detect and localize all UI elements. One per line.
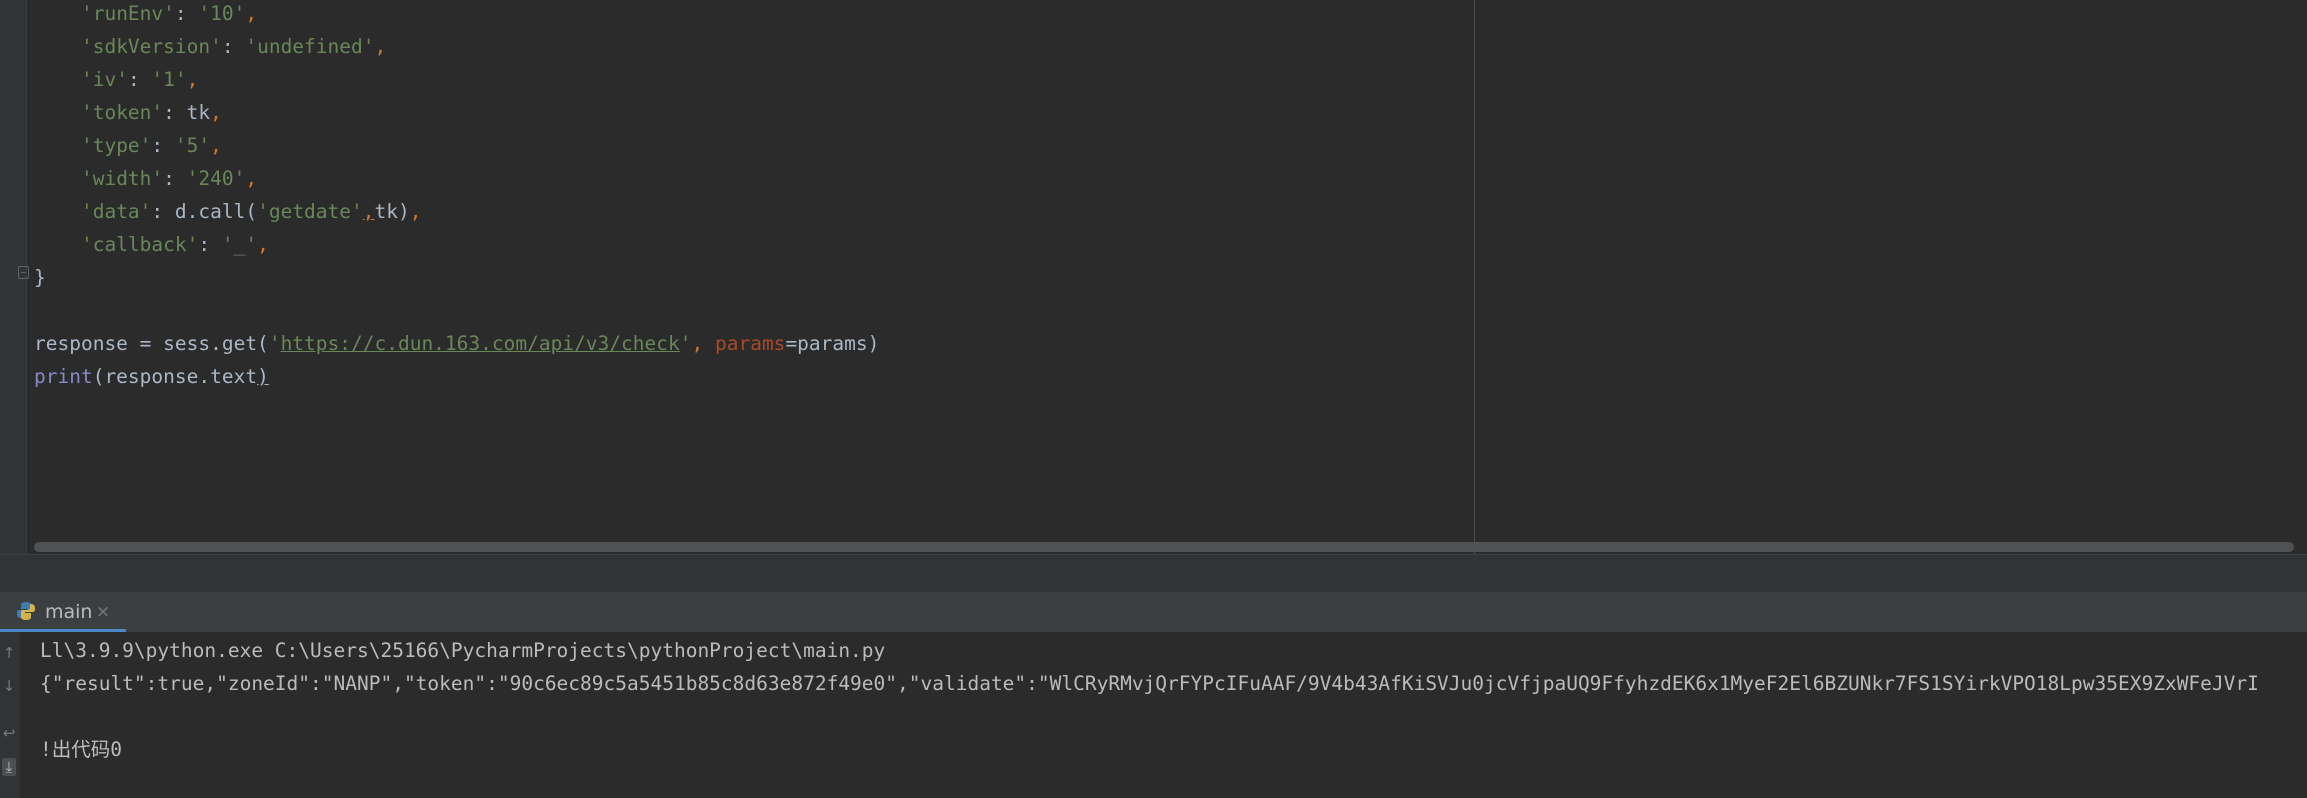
builtin-function: print	[34, 365, 93, 388]
dict-value: '5'	[174, 134, 211, 157]
quote: '	[679, 332, 692, 355]
close-icon[interactable]: ×	[96, 600, 110, 624]
comma: ,	[186, 68, 199, 91]
code-line[interactable]: 'runEnv': '10',	[34, 0, 257, 30]
horizontal-scrollbar[interactable]	[34, 542, 2294, 552]
dict-value: '1'	[151, 68, 187, 91]
dict-key: 'sdkVersion'	[80, 35, 222, 58]
argument-value: =params)	[785, 332, 880, 355]
comma: ,	[409, 200, 422, 223]
keyword-argument: params	[714, 332, 786, 355]
code-line[interactable]: print(response.text)	[34, 360, 269, 393]
dict-key: 'token'	[80, 101, 164, 124]
python-icon	[17, 602, 35, 620]
down-arrow-icon[interactable]: ↓	[2, 677, 16, 695]
dict-key: 'iv'	[80, 68, 128, 91]
code-line[interactable]: 'callback': '_',	[34, 228, 269, 261]
scroll-to-end-icon[interactable]: ⤓	[2, 758, 16, 776]
code-line[interactable]: 'sdkVersion': 'undefined',	[34, 30, 386, 63]
dict-key: 'width'	[80, 167, 164, 190]
console-toolbar: ↑ ↓ ↩ ⤓	[0, 632, 20, 798]
comma: ,	[245, 167, 258, 190]
separator: :	[221, 35, 246, 58]
code-line[interactable]: response = sess.get('https://c.dun.163.c…	[34, 327, 879, 360]
url-link[interactable]: https://c.dun.163.com/api/v3/check	[281, 332, 680, 355]
separator: :	[151, 200, 175, 223]
code-line[interactable]: 'type': '5',	[34, 129, 222, 162]
dict-key: 'data'	[80, 200, 152, 223]
dict-value: '240'	[186, 167, 246, 190]
call-arg: tk)	[374, 200, 410, 223]
dict-value: tk	[186, 101, 211, 124]
separator: :	[163, 101, 187, 124]
fold-collapse-icon[interactable]	[18, 266, 29, 279]
console-line: Ll\3.9.9\python.exe C:\Users\25166\Pycha…	[40, 639, 886, 662]
response-assignment: response = sess.get(	[34, 332, 269, 355]
console-line: !出代码0	[40, 738, 122, 761]
closing-paren: )	[257, 365, 269, 388]
code-line[interactable]: 'width': '240',	[34, 162, 257, 195]
comma: ,	[210, 101, 222, 124]
separator: :	[127, 68, 152, 91]
comma: ,	[210, 134, 222, 157]
dict-key: 'type'	[80, 134, 152, 157]
console-line: {"result":true,"zoneId":"NANP","token":"…	[40, 672, 2259, 695]
comma: ,	[374, 35, 387, 58]
call-prefix: d.call(	[174, 200, 258, 223]
dict-value: '_'	[221, 233, 258, 256]
separator: :	[174, 2, 199, 25]
dict-key: 'callback'	[80, 233, 199, 256]
code-line[interactable]: }	[34, 261, 46, 294]
dict-key: 'runEnv'	[80, 2, 175, 25]
code-line[interactable]: 'data': d.call('getdate',tk),	[34, 195, 422, 228]
dict-value: 'undefined'	[245, 35, 375, 58]
panel-divider[interactable]	[0, 554, 2307, 594]
separator: :	[198, 233, 222, 256]
comma: ,	[691, 332, 704, 355]
run-tool-window-header	[0, 592, 2307, 632]
closing-brace: }	[34, 266, 46, 289]
comma: ,	[257, 233, 269, 256]
comma: ,	[245, 2, 258, 25]
dict-value: '10'	[198, 2, 246, 25]
run-tab-label[interactable]: main	[45, 600, 92, 624]
separator: :	[163, 167, 187, 190]
up-arrow-icon[interactable]: ↑	[2, 644, 16, 662]
comma: ,	[362, 200, 375, 223]
code-line[interactable]: 'token': tk,	[34, 96, 222, 129]
code-line[interactable]: 'iv': '1',	[34, 63, 198, 96]
quote: '	[268, 332, 281, 355]
print-argument: (response.text	[92, 365, 258, 388]
code-editor[interactable]: 'runEnv': '10', 'sdkVersion': 'undefined…	[0, 0, 2307, 554]
right-margin-guide	[1474, 0, 1475, 554]
separator: :	[151, 134, 175, 157]
call-arg: 'getdate'	[257, 200, 363, 223]
soft-wrap-icon[interactable]: ↩	[2, 724, 16, 742]
